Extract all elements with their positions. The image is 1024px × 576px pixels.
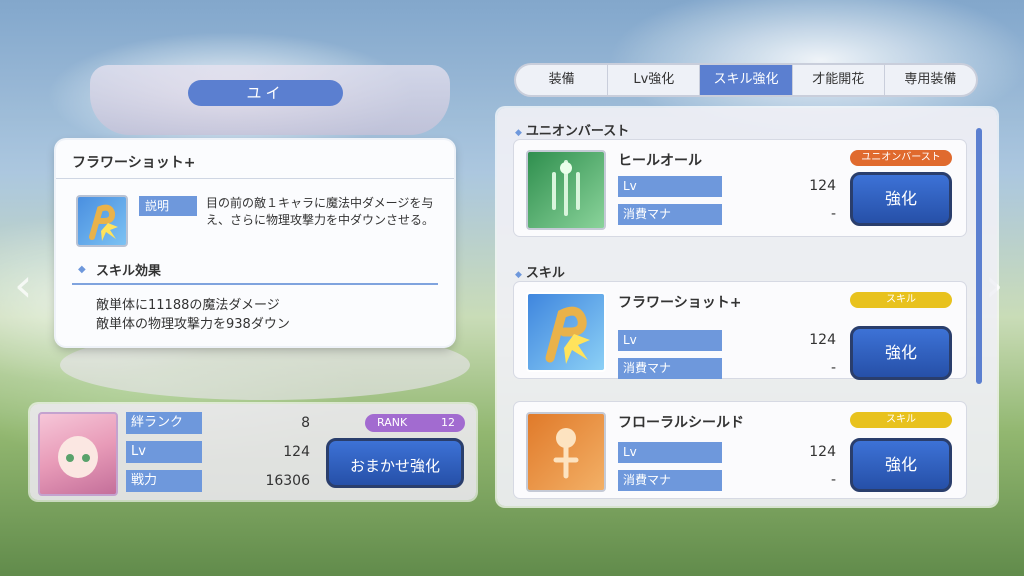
tab-star-up[interactable]: 才能開花 — [793, 65, 885, 95]
bond-rank-row: 絆ランク 8 — [126, 412, 310, 434]
mana-cost-row: 消費マナ - — [618, 470, 836, 491]
enhance-button[interactable]: 強化 — [850, 172, 952, 226]
enhance-tabs: 装備 Lv強化 スキル強化 才能開花 専用装備 — [516, 65, 976, 95]
diamond-icon: ◆ — [515, 270, 522, 280]
bond-rank-label: 絆ランク — [126, 412, 202, 434]
skill-card-floral-shield: フローラルシールド スキル Lv 124 消費マナ - 強化 — [514, 402, 966, 498]
level-row: Lv 124 — [126, 441, 310, 463]
level-value: 124 — [809, 332, 836, 348]
chevron-left-icon[interactable]: ‹ — [14, 262, 32, 308]
portrait-face — [58, 436, 98, 478]
character-name: ユイ — [188, 80, 343, 106]
mana-cost-row: 消費マナ - — [618, 204, 836, 225]
mana-cost-label: 消費マナ — [618, 358, 722, 379]
skill-effect-title: スキル効果 — [96, 264, 162, 279]
character-stats-panel: 絆ランク 8 Lv 124 戦力 16306 RANK 12 おまかせ強化 — [30, 404, 476, 500]
bond-rank-value: 8 — [301, 415, 310, 431]
skill-name: フローラルシールド — [618, 415, 744, 431]
portrait-eye — [66, 454, 74, 462]
divider — [72, 283, 438, 285]
skill-card-flower-shot: フラワーショット+ スキル Lv 124 消費マナ - 強化 — [514, 282, 966, 380]
skill-level-row: Lv 124 — [618, 442, 836, 463]
power-row: 戦力 16306 — [126, 470, 310, 492]
auto-enhance-button[interactable]: おまかせ強化 — [326, 438, 464, 488]
floral-shield-skill-icon — [526, 412, 606, 492]
effect-line: 敵単体に11188の魔法ダメージ — [96, 298, 280, 313]
section-label: ユニオンバースト — [525, 124, 630, 139]
enhance-button[interactable]: 強化 — [850, 438, 952, 492]
mana-cost-value: - — [830, 472, 836, 488]
level-label: Lv — [618, 176, 722, 197]
heal-all-skill-icon — [526, 150, 606, 230]
skill-name: ヒールオール — [618, 153, 702, 169]
skill-level-row: Lv 124 — [618, 176, 836, 197]
tab-skill-enhance[interactable]: スキル強化 — [700, 65, 793, 95]
skill-badge: スキル — [850, 412, 952, 428]
enhance-button[interactable]: 強化 — [850, 326, 952, 380]
level-label: Lv — [618, 442, 722, 463]
power-label: 戦力 — [126, 470, 202, 492]
rank-badge: RANK 12 — [365, 414, 465, 432]
level-value: 124 — [283, 444, 310, 460]
tab-unique-equipment[interactable]: 専用装備 — [885, 65, 976, 95]
popup-title: フラワーショット+ — [72, 155, 196, 171]
level-label: Lv — [126, 441, 202, 463]
tab-level-up[interactable]: Lv強化 — [608, 65, 701, 95]
diamond-icon: ◆ — [78, 264, 86, 275]
skill-level-row: Lv 124 — [618, 330, 836, 351]
diamond-icon: ◆ — [515, 128, 522, 138]
scrollbar[interactable] — [976, 128, 982, 384]
divider — [56, 178, 454, 179]
flower-shot-skill-icon[interactable] — [526, 292, 606, 372]
level-label: Lv — [618, 330, 722, 351]
tab-equipment[interactable]: 装備 — [516, 65, 609, 95]
skill-effect-text: 敵単体に11188の魔法ダメージ 敵単体の物理攻撃力を938ダウン — [96, 296, 290, 334]
rank-value: 12 — [441, 416, 455, 429]
power-value: 16306 — [265, 473, 310, 489]
flower-shot-skill-icon — [76, 195, 128, 247]
character-portrait[interactable] — [38, 412, 118, 496]
rank-label: RANK — [377, 416, 408, 429]
section-label: スキル — [525, 266, 565, 281]
mana-cost-label: 消費マナ — [618, 470, 722, 491]
skill-detail-popup: フラワーショット+ 説明 目の前の敵１キャラに魔法中ダメージを与え、さらに物理攻… — [56, 140, 454, 346]
portrait-eye — [82, 454, 90, 462]
mana-cost-row: 消費マナ - — [618, 358, 836, 379]
skill-section-title: ◆ スキル — [515, 262, 565, 281]
skill-card-heal-all: ヒールオール ユニオンバースト Lv 124 消費マナ - 強化 — [514, 140, 966, 236]
skill-badge: スキル — [850, 292, 952, 308]
description-label: 説明 — [139, 196, 197, 216]
effect-line: 敵単体の物理攻撃力を938ダウン — [96, 317, 290, 332]
union-burst-section-title: ◆ ユニオンバースト — [515, 120, 629, 139]
level-value: 124 — [809, 178, 836, 194]
skill-name: フラワーショット+ — [618, 295, 742, 311]
mana-cost-value: - — [830, 360, 836, 376]
skill-description: 目の前の敵１キャラに魔法中ダメージを与え、さらに物理攻撃力を中ダウンさせる。 — [206, 196, 435, 227]
mana-cost-value: - — [830, 206, 836, 222]
level-value: 124 — [809, 444, 836, 460]
union-burst-badge: ユニオンバースト — [850, 150, 952, 166]
mana-cost-label: 消費マナ — [618, 204, 722, 225]
